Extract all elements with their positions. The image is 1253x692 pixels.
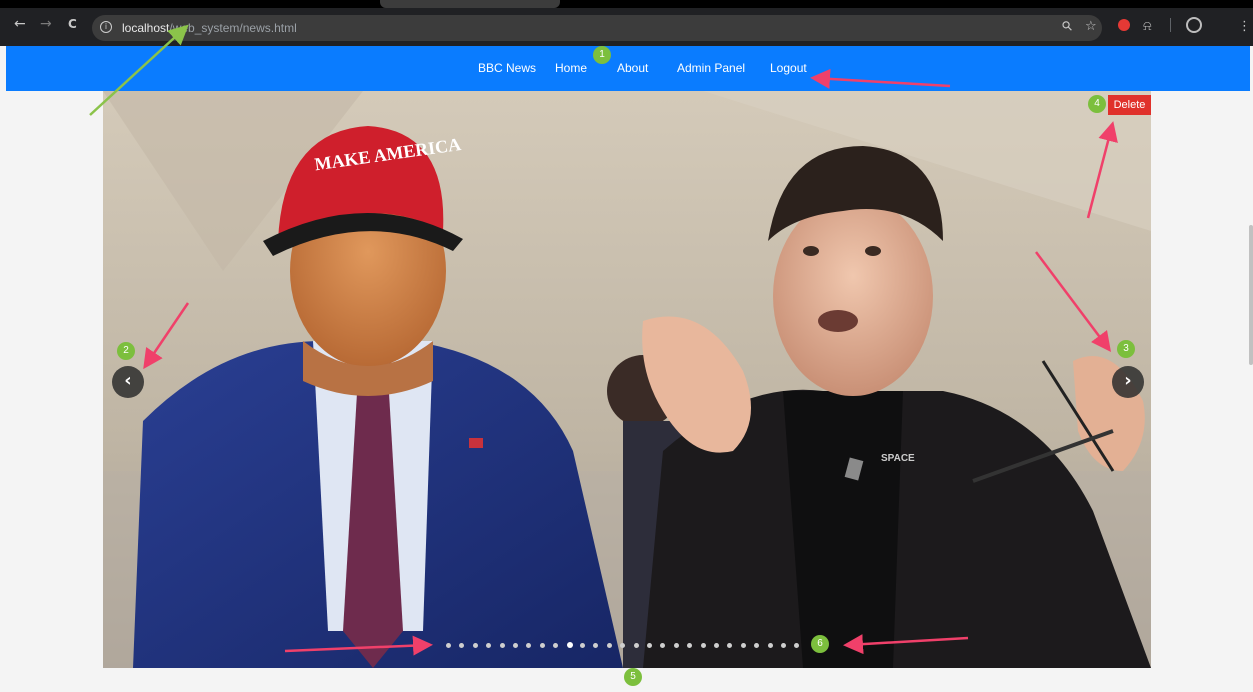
toolbar-divider (1170, 18, 1171, 32)
chevron-left-icon: ‹ (124, 370, 132, 391)
carousel-indicator-dot[interactable] (687, 643, 692, 648)
nav-link-admin-panel[interactable]: Admin Panel (677, 62, 745, 75)
annotation-badge-3: 3 (1117, 340, 1135, 358)
carousel-indicator-dot[interactable] (593, 643, 598, 648)
carousel-next-button[interactable]: › (1112, 366, 1144, 398)
browser-toolbar: ← → C i localhost/web_system/news.html ⚲… (0, 0, 1253, 46)
annotation-badge-2: 2 (117, 342, 135, 360)
carousel-indicator-dot[interactable] (446, 643, 451, 648)
carousel-indicator-dot[interactable] (580, 643, 585, 648)
carousel-indicator-dot[interactable] (674, 643, 679, 648)
nav-brand-bbc-news[interactable]: BBC News (478, 62, 536, 75)
carousel-indicator-dot[interactable] (607, 643, 612, 648)
shirt-text: SPACE (881, 453, 915, 464)
url-host: localhost (122, 21, 170, 35)
carousel-indicator-dot[interactable] (754, 643, 759, 648)
carousel-indicator-dot[interactable] (486, 643, 491, 648)
carousel-indicator-dot[interactable] (540, 643, 545, 648)
extensions-puzzle-icon[interactable]: ⍾ (1143, 20, 1152, 33)
page-scrollbar[interactable] (1249, 91, 1253, 692)
address-bar[interactable]: i localhost/web_system/news.html (92, 15, 1102, 41)
carousel-indicator-dot[interactable] (634, 643, 639, 648)
tab-strip (0, 0, 1253, 8)
carousel-indicator-dot[interactable] (513, 643, 518, 648)
chrome-menu-icon[interactable]: ⋮ (1238, 20, 1251, 33)
nav-link-about[interactable]: About (617, 62, 648, 75)
chevron-right-icon: › (1124, 370, 1132, 391)
carousel-indicator-dot[interactable] (553, 643, 558, 648)
site-info-icon[interactable]: i (100, 21, 112, 33)
url-path: /web_system/news.html (169, 21, 297, 35)
forward-icon[interactable]: → (40, 17, 52, 31)
profile-avatar-icon[interactable] (1186, 17, 1202, 33)
annotation-badge-5: 5 (624, 668, 642, 686)
carousel-indicator-dot[interactable] (727, 643, 732, 648)
nav-link-home[interactable]: Home (555, 62, 587, 75)
carousel-indicator-dot[interactable] (741, 643, 746, 648)
carousel-indicator-dot[interactable] (647, 643, 652, 648)
carousel-indicator-dot[interactable] (660, 643, 665, 648)
delete-button[interactable]: Delete (1108, 95, 1151, 115)
scrollbar-thumb[interactable] (1249, 225, 1253, 365)
annotation-badge-4: 4 (1088, 95, 1106, 113)
url-text[interactable]: localhost/web_system/news.html (122, 21, 297, 35)
carousel-indicator-dot[interactable] (526, 643, 531, 648)
news-carousel: MAKE AMERICA SPACE (103, 91, 1151, 668)
annotation-badge-1: 1 (593, 46, 611, 64)
carousel-prev-button[interactable]: ‹ (112, 366, 144, 398)
carousel-indicator-dot[interactable] (701, 643, 706, 648)
carousel-indicator-dot[interactable] (768, 643, 773, 648)
tab-edge (380, 0, 560, 8)
nav-link-logout[interactable]: Logout (770, 62, 807, 75)
carousel-indicator-dot[interactable] (473, 643, 478, 648)
adblock-extension-icon[interactable] (1118, 19, 1130, 31)
carousel-indicator-dot[interactable] (781, 643, 786, 648)
nav-links: BBC News Home About Admin Panel Logout (6, 46, 1250, 91)
carousel-indicator-dot[interactable] (567, 642, 573, 648)
carousel-indicator-dot[interactable] (714, 643, 719, 648)
carousel-indicator-dot[interactable] (459, 643, 464, 648)
annotation-badge-6: 6 (811, 635, 829, 653)
carousel-indicator-dot[interactable] (620, 643, 625, 648)
news-slide-image: MAKE AMERICA SPACE (103, 91, 1151, 668)
bookmark-star-icon[interactable]: ☆ (1085, 20, 1097, 33)
carousel-indicator-dot[interactable] (794, 643, 799, 648)
back-icon[interactable]: ← (14, 17, 26, 31)
carousel-indicator-dot[interactable] (500, 643, 505, 648)
site-navbar: BBC News Home About Admin Panel Logout (6, 46, 1250, 91)
reload-icon[interactable]: C (68, 17, 77, 31)
